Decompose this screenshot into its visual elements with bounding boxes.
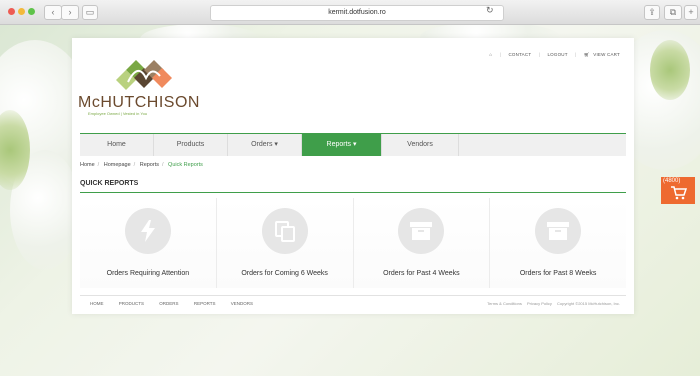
sidebar-toggle-button[interactable]: ▭ [82,5,98,20]
report-card-attention[interactable]: Orders Requiring Attention [80,198,217,288]
header-links: ⌂ | CONTACT | LOGOUT | 🛒︎ VIEW CART [489,52,620,57]
home-icon[interactable]: ⌂ [489,52,492,57]
quick-report-cards: Orders Requiring Attention Orders for Co… [80,198,626,288]
section-divider [80,192,626,193]
floating-cart-tab[interactable]: (4800) [661,177,695,204]
breadcrumb-current: Quick Reports [168,162,203,168]
nav-reports[interactable]: Reports ▾ [302,134,382,156]
privacy-link[interactable]: Privacy Policy [527,301,552,306]
logo-wordmark: McHUTCHISON [78,94,200,111]
report-card-label: Orders Requiring Attention [106,270,190,277]
nav-products[interactable]: Products [154,134,228,156]
nav-home[interactable]: Home [80,134,154,156]
logout-link[interactable]: LOGOUT [547,52,567,57]
archive-icon [398,208,445,254]
footer-links: HOME PRODUCTS ORDERS REPORTS VENDORS [90,301,267,306]
url-text: kermit.dotfusion.ro [328,9,386,16]
report-card-label: Orders for Coming 6 Weeks [241,270,328,277]
footer-link-products[interactable]: PRODUCTS [119,301,144,306]
footer-link-orders[interactable]: ORDERS [159,301,178,306]
reload-icon[interactable]: ↻ [486,5,494,16]
page-footer: HOME PRODUCTS ORDERS REPORTS VENDORS Ter… [80,295,626,312]
nav-orders[interactable]: Orders ▾ [228,134,302,156]
footer-legal: Terms & Conditions Privacy Policy Copyri… [483,301,620,306]
footer-link-reports[interactable]: REPORTS [194,301,216,306]
lightning-icon [124,208,171,254]
copyright-text: Copyright ©2015 McHutchison, Inc. [557,301,620,306]
report-card-past-8-weeks[interactable]: Orders for Past 8 Weeks [490,198,626,288]
footer-link-vendors[interactable]: VENDORS [231,301,253,306]
breadcrumb-home[interactable]: Home [80,162,95,168]
report-card-label: Orders for Past 8 Weeks [519,270,597,277]
tabs-button[interactable]: ⧉ [664,5,682,20]
contact-link[interactable]: CONTACT [508,52,531,57]
copy-icon [261,208,308,254]
archive-icon [535,208,582,254]
share-button[interactable]: ⇪ [644,5,660,20]
report-card-coming-6-weeks[interactable]: Orders for Coming 6 Weeks [216,198,354,288]
cart-count-badge: (4800) [663,178,681,184]
minimize-window-button[interactable] [18,8,25,15]
breadcrumb-reports[interactable]: Reports [140,162,159,168]
terms-link[interactable]: Terms & Conditions [487,301,522,306]
new-tab-button[interactable]: + [684,5,698,20]
main-navigation: Home Products Orders ▾ Reports ▾ Vendors [80,133,626,156]
cart-icon[interactable]: 🛒︎ [584,52,590,57]
breadcrumb-homepage[interactable]: Homepage [104,162,131,168]
view-cart-link[interactable]: VIEW CART [593,52,620,57]
footer-link-home[interactable]: HOME [90,301,104,306]
nav-vendors[interactable]: Vendors [382,134,459,156]
report-card-past-4-weeks[interactable]: Orders for Past 4 Weeks [353,198,491,288]
shopping-cart-icon [671,186,687,200]
browser-toolbar: ‹ › ▭ kermit.dotfusion.ro ↻ ⇪ ⧉ + [0,0,700,25]
address-bar[interactable]: kermit.dotfusion.ro [210,5,504,21]
zoom-window-button[interactable] [28,8,35,15]
page-container: ⌂ | CONTACT | LOGOUT | 🛒︎ VIEW CART McHU… [72,38,634,314]
forward-button[interactable]: › [61,5,79,20]
close-window-button[interactable] [8,8,15,15]
breadcrumb: Home / Homepage / Reports / Quick Reports [80,162,203,168]
logo-tagline: Employee Owned | Vested in You [88,111,148,116]
report-card-label: Orders for Past 4 Weeks [383,270,460,277]
back-button[interactable]: ‹ [44,5,62,20]
section-title: QUICK REPORTS [80,180,139,187]
